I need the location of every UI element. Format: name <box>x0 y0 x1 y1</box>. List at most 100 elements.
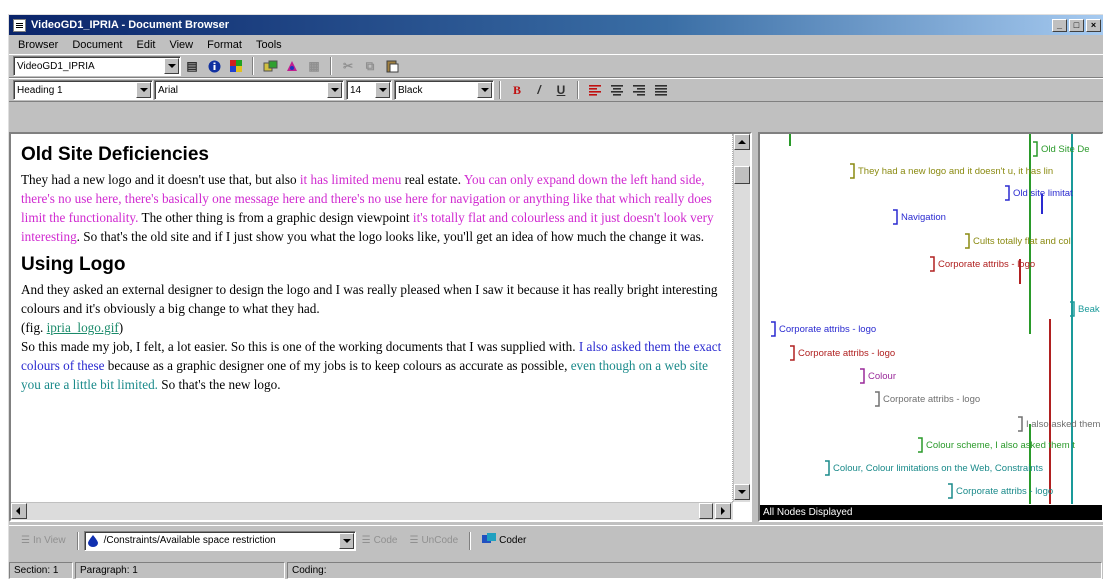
list-icon: ☰ <box>21 535 30 546</box>
node-bracket <box>825 460 830 476</box>
title-bar[interactable]: VideoGD1_IPRIA - Document Browser _ □ × <box>9 15 1103 35</box>
document-select[interactable]: VideoGD1_IPRIA <box>13 56 181 76</box>
style-select[interactable]: Heading 1 <box>13 80 153 100</box>
document-paragraph[interactable]: And they asked an external designer to d… <box>21 280 722 318</box>
node-label[interactable]: Corporate attribs - logo <box>771 321 876 337</box>
paste-icon[interactable] <box>383 57 401 75</box>
scroll-thumb[interactable] <box>734 166 750 184</box>
link-icon[interactable] <box>261 57 279 75</box>
scroll-left-button[interactable] <box>11 503 27 519</box>
menu-edit[interactable]: Edit <box>129 39 162 51</box>
document-paragraph[interactable]: So this made my job, I felt, a lot easie… <box>21 337 722 394</box>
node-bracket <box>875 391 880 407</box>
in-view-button[interactable]: ☰ In View <box>15 530 72 552</box>
node-label[interactable]: Old Site De <box>1033 141 1090 157</box>
grid-icon[interactable]: ▦ <box>305 57 323 75</box>
node-label[interactable]: Colour, Colour limitations on the Web, C… <box>825 460 1043 476</box>
scroll-up-button[interactable] <box>734 134 750 150</box>
node-text: Corporate attribs - logo <box>938 259 1035 270</box>
chevron-down-icon[interactable] <box>327 82 342 98</box>
chevron-down-icon[interactable] <box>136 82 151 98</box>
node-path-select[interactable]: /Constraints/Available space restriction <box>83 530 356 551</box>
node-text: Colour, Colour limitations on the Web, C… <box>833 463 1043 474</box>
node-label[interactable]: Corporate attribs - logo <box>930 256 1035 272</box>
italic-button[interactable]: / <box>530 81 548 99</box>
node-bracket <box>918 437 923 453</box>
chevron-down-icon[interactable] <box>338 532 354 549</box>
bold-button[interactable]: B <box>508 81 526 99</box>
status-coding: Coding: <box>287 562 1102 579</box>
node-label[interactable]: Old site limitat <box>1005 185 1073 201</box>
node-text: Old site limitat <box>1013 188 1073 199</box>
coder-button[interactable]: Coder <box>476 530 532 552</box>
status-section: Section: 1 <box>9 562 73 579</box>
vertical-scrollbar[interactable] <box>733 134 750 502</box>
horizontal-scrollbar[interactable] <box>11 502 733 520</box>
coder-label: Coder <box>499 535 527 546</box>
chevron-down-icon[interactable] <box>375 82 390 98</box>
attribute-icon[interactable] <box>283 57 301 75</box>
menu-browser[interactable]: Browser <box>11 39 65 51</box>
align-center-icon[interactable] <box>608 81 626 99</box>
cut-icon[interactable]: ✂ <box>339 57 357 75</box>
node-label[interactable]: I also asked them t <box>1018 416 1102 432</box>
node-label[interactable]: Colour <box>860 368 896 384</box>
copy-icon[interactable]: ⧉ <box>361 57 379 75</box>
chevron-down-icon[interactable] <box>164 58 179 74</box>
color-select-value: Black <box>398 84 423 96</box>
uncode-button[interactable]: ☰ UnCode <box>403 530 464 552</box>
coding-bar: ☰ In View /Constraints/Available space r… <box>9 525 1103 555</box>
list-icon: ☰ <box>409 535 419 546</box>
underline-button[interactable]: U <box>552 81 570 99</box>
align-left-icon[interactable] <box>586 81 604 99</box>
font-size-select[interactable]: 14 <box>346 80 392 100</box>
node-label[interactable]: Corporate attribs - logo <box>790 345 895 361</box>
font-size-value: 14 <box>350 84 362 96</box>
coded-text: it has limited menu <box>299 172 402 187</box>
color-select[interactable]: Black <box>394 80 494 100</box>
text-run: because as a graphic designer one of my … <box>104 358 571 373</box>
toolbar-separator <box>330 57 332 75</box>
menu-document[interactable]: Document <box>65 39 129 51</box>
node-label[interactable]: Navigation <box>893 209 946 225</box>
justify-icon[interactable] <box>652 81 670 99</box>
nodes-icon[interactable] <box>227 57 245 75</box>
document-text-area[interactable]: Old Site Deficiencies They had a new logo… <box>11 134 733 502</box>
scroll-down-button[interactable] <box>734 484 750 500</box>
horizontal-scroll-thumb[interactable] <box>699 503 713 519</box>
scroll-right-button[interactable] <box>715 503 731 519</box>
font-select[interactable]: Arial <box>154 80 344 100</box>
menu-tools[interactable]: Tools <box>249 39 289 51</box>
maximize-button[interactable]: □ <box>1069 18 1084 32</box>
node-label[interactable]: Corporate attribs - logo <box>875 391 980 407</box>
text-run: And they asked an external designer to d… <box>21 282 718 316</box>
node-bracket <box>1018 416 1023 432</box>
node-label[interactable]: Colour scheme, I also asked them t <box>918 437 1075 453</box>
menu-format[interactable]: Format <box>200 39 249 51</box>
uncode-label: UnCode <box>421 535 459 546</box>
text-run: ) <box>118 320 124 335</box>
figure-link[interactable]: ipria_logo.gif <box>47 320 119 335</box>
document-paragraph[interactable]: (fig. ipria_logo.gif) <box>21 318 722 337</box>
node-bracket <box>1005 185 1010 201</box>
section-heading[interactable]: Old Site Deficiencies <box>21 144 722 166</box>
section-heading[interactable]: Using Logo <box>21 254 722 276</box>
properties-icon[interactable]: ▤ <box>183 57 201 75</box>
align-right-icon[interactable] <box>630 81 648 99</box>
node-path-value: /Constraints/Available space restriction <box>103 535 276 546</box>
minimize-button[interactable]: _ <box>1052 18 1067 32</box>
menu-view[interactable]: View <box>162 39 200 51</box>
code-button[interactable]: ☰ Code <box>356 530 404 552</box>
node-label[interactable]: Beak <box>1070 301 1100 317</box>
node-label[interactable]: Corporate attribs - logo <box>948 483 1053 499</box>
status-paragraph: Paragraph: 1 <box>75 562 285 579</box>
window-title: VideoGD1_IPRIA - Document Browser <box>31 19 230 31</box>
document-paragraph[interactable]: They had a new logo and it doesn't use t… <box>21 170 722 246</box>
document-toolbar: VideoGD1_IPRIA ▤ ▦ ✂ ⧉ <box>9 54 1103 78</box>
close-button[interactable]: × <box>1086 18 1101 32</box>
node-label[interactable]: Cults totally flat and col <box>965 233 1071 249</box>
text-run: They had a new logo and it doesn't use t… <box>21 172 300 187</box>
node-label[interactable]: They had a new logo and it doesn't u, it… <box>850 163 1053 179</box>
chevron-down-icon[interactable] <box>477 82 492 98</box>
info-icon[interactable] <box>205 57 223 75</box>
